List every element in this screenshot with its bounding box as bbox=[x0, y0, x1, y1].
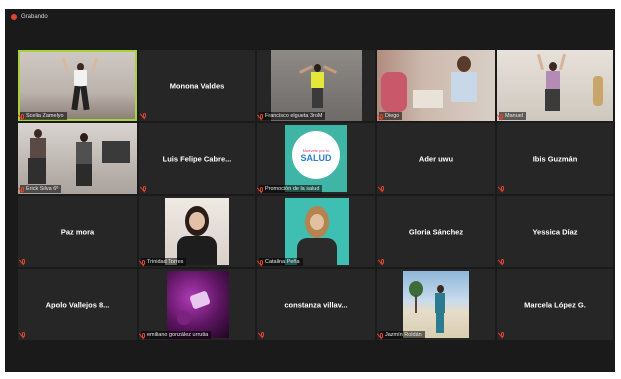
participant-video bbox=[20, 52, 135, 119]
mic-muted-icon bbox=[501, 186, 504, 191]
mic-muted-icon bbox=[260, 259, 263, 265]
mic-muted-icon bbox=[22, 259, 25, 264]
participant-name: Catalina Peña bbox=[265, 259, 300, 265]
participant-name: Trinidad Torres bbox=[147, 259, 184, 265]
participant-name: Gloria Sánchez bbox=[408, 227, 464, 236]
participant-tile[interactable]: constanza villav... bbox=[257, 269, 375, 340]
participant-label: Francisco elgueta 3roM bbox=[259, 112, 326, 120]
participant-label: Jazmín Roldán bbox=[379, 331, 425, 339]
meeting-window: Grabando Scelia Zamelyo Monona Valdes Fr… bbox=[5, 9, 615, 372]
mic-muted-icon bbox=[501, 259, 504, 264]
participant-name: Luis Felipe Cabre... bbox=[162, 154, 232, 163]
poster-line2: SALUD bbox=[300, 152, 332, 163]
mic-muted-icon bbox=[21, 113, 24, 119]
mic-muted-icon bbox=[380, 332, 383, 338]
promo-poster: Muévete por tu SALUD bbox=[292, 131, 340, 179]
participant-tile[interactable]: Gloria Sánchez bbox=[377, 196, 495, 267]
mic-muted-icon bbox=[380, 113, 383, 119]
participant-tile[interactable]: Scelia Zamelyo bbox=[18, 50, 137, 121]
mic-muted-icon bbox=[142, 332, 145, 338]
participant-name: Ader uwu bbox=[418, 154, 454, 163]
mic-muted-icon bbox=[22, 332, 25, 337]
participant-name: Apolo Vallejos 8... bbox=[45, 300, 110, 309]
mic-muted-icon bbox=[261, 332, 264, 337]
mic-muted-icon bbox=[501, 332, 504, 337]
participant-label: Scelia Zamelyo bbox=[20, 112, 67, 120]
participant-tile[interactable]: Ader uwu bbox=[377, 123, 495, 194]
participant-name: Promoción de la salud bbox=[265, 186, 320, 192]
mic-muted-icon bbox=[143, 113, 146, 118]
participant-video bbox=[167, 271, 229, 338]
mic-muted-icon bbox=[500, 113, 503, 119]
recording-label: Grabando bbox=[21, 14, 48, 20]
mic-muted-icon bbox=[143, 186, 146, 191]
participant-tile[interactable]: Muévete por tu SALUD Promoción de la sal… bbox=[257, 123, 375, 194]
mic-muted-icon bbox=[381, 186, 384, 191]
participant-tile[interactable]: Francisco elgueta 3roM bbox=[257, 50, 375, 121]
participant-video bbox=[377, 50, 495, 121]
participant-tile[interactable]: Catalina Peña bbox=[257, 196, 375, 267]
participant-name: Scelia Zamelyo bbox=[26, 113, 64, 119]
participant-tile[interactable]: Monona Valdes bbox=[139, 50, 255, 121]
participant-name: Jazmín Roldán bbox=[385, 332, 422, 338]
participant-name: Ibis Guzmán bbox=[532, 154, 578, 163]
mic-muted-icon bbox=[260, 186, 263, 192]
participant-tile[interactable]: Trinidad Torres bbox=[139, 196, 255, 267]
participant-tile[interactable]: Luis Felipe Cabre... bbox=[139, 123, 255, 194]
participant-label: Trinidad Torres bbox=[141, 258, 187, 266]
participant-label: Erick Silva 6º bbox=[20, 185, 62, 193]
participant-tile[interactable]: Apolo Vallejos 8... bbox=[18, 269, 137, 340]
mic-muted-icon bbox=[21, 186, 24, 192]
participant-video bbox=[18, 123, 137, 194]
participant-name: Erick Silva 6º bbox=[26, 186, 59, 192]
participant-name: Yessica Díaz bbox=[532, 227, 578, 236]
participant-label: Catalina Peña bbox=[259, 258, 303, 266]
participant-name: Diego bbox=[385, 113, 400, 119]
participant-tile[interactable]: Diego bbox=[377, 50, 495, 121]
participant-label: Promoción de la salud bbox=[259, 185, 323, 193]
participant-video: Muévete por tu SALUD bbox=[285, 125, 347, 192]
participant-tile[interactable]: emiliano gonzález urrutia bbox=[139, 269, 255, 340]
recording-icon bbox=[11, 14, 17, 20]
participant-name: Marcela López G. bbox=[524, 300, 586, 309]
participant-video bbox=[497, 50, 613, 121]
participant-video bbox=[165, 198, 229, 265]
participant-name: emiliano gonzález urrutia bbox=[147, 332, 209, 338]
participant-tile[interactable]: Manuel bbox=[497, 50, 613, 121]
participant-tile[interactable]: Paz mora bbox=[18, 196, 137, 267]
participant-video bbox=[271, 50, 362, 121]
participant-video bbox=[285, 198, 349, 265]
participant-tile[interactable]: Ibis Guzmán bbox=[497, 123, 613, 194]
participant-name: Monona Valdes bbox=[169, 81, 225, 90]
participant-tile[interactable]: Yessica Díaz bbox=[497, 196, 613, 267]
participant-name: Francisco elgueta 3roM bbox=[265, 113, 323, 119]
participant-name: Paz mora bbox=[60, 227, 95, 236]
participant-tile[interactable]: Erick Silva 6º bbox=[18, 123, 137, 194]
recording-bar: Grabando bbox=[5, 9, 615, 25]
mic-muted-icon bbox=[381, 259, 384, 264]
mic-muted-icon bbox=[142, 259, 145, 265]
participant-label: Manuel bbox=[499, 112, 527, 120]
participant-name: constanza villav... bbox=[284, 300, 348, 309]
participant-label: emiliano gonzález urrutia bbox=[141, 331, 212, 339]
participant-tile[interactable]: Jazmín Roldán bbox=[377, 269, 495, 340]
mic-muted-icon bbox=[260, 113, 263, 119]
participant-label: Diego bbox=[379, 112, 403, 120]
participant-tile[interactable]: Marcela López G. bbox=[497, 269, 613, 340]
participant-video bbox=[403, 271, 469, 338]
participant-name: Manuel bbox=[505, 113, 524, 119]
